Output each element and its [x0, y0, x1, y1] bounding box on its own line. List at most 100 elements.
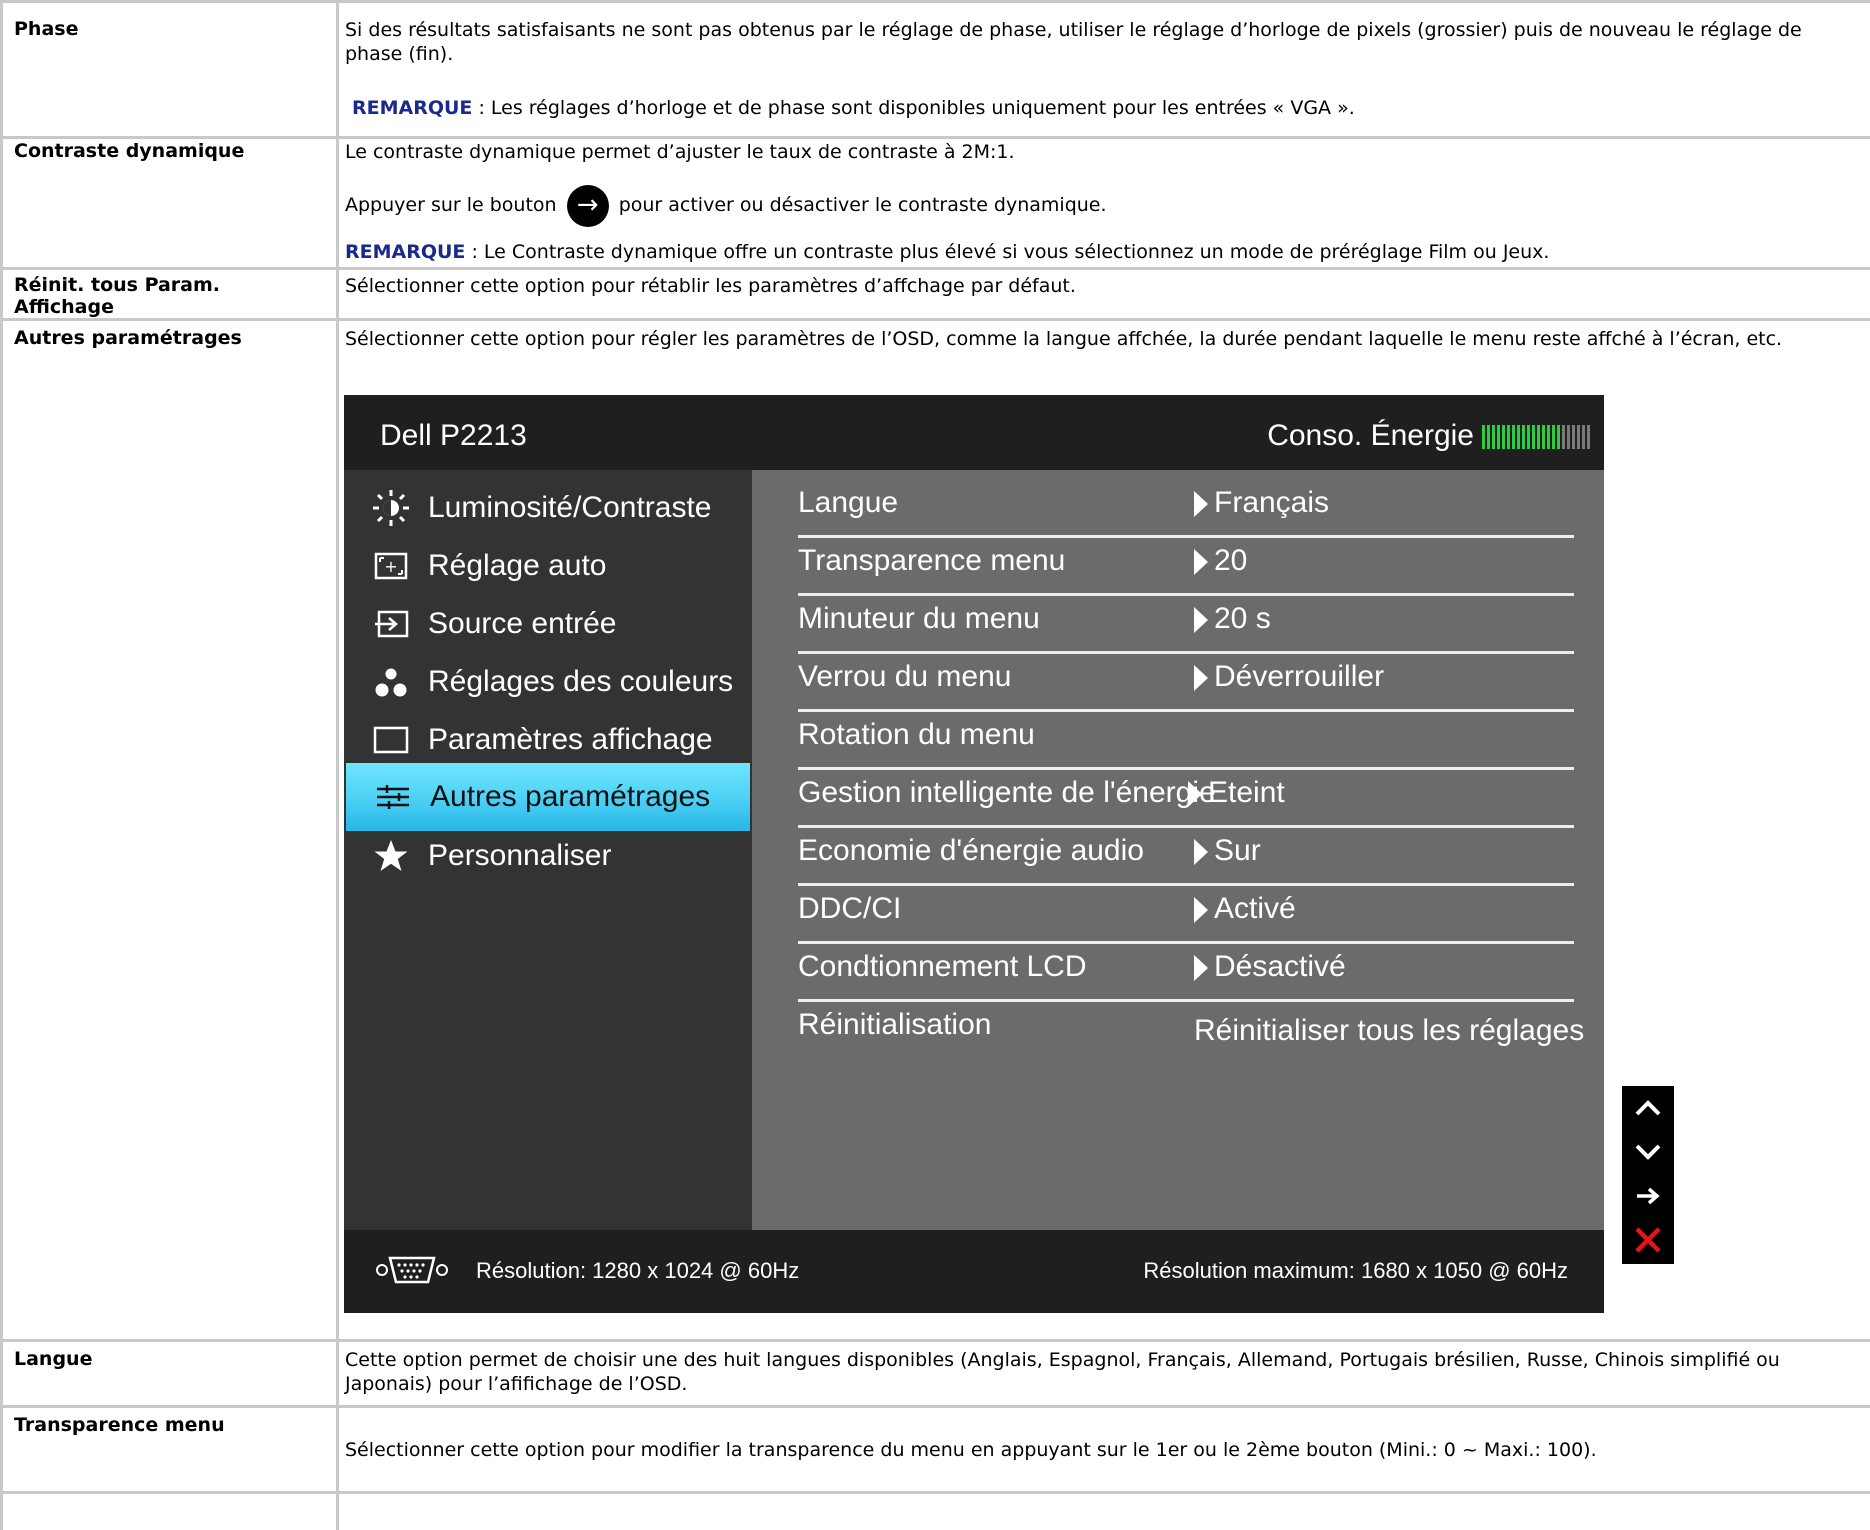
- color-settings-icon: [366, 667, 416, 697]
- max-resolution: Résolution maximum: 1680 x 1050 @ 60Hz: [1143, 1258, 1568, 1283]
- option-value: Français: [1194, 486, 1329, 520]
- option-value: 20: [1194, 544, 1247, 578]
- option-value: Sur: [1194, 834, 1261, 868]
- option-name: Gestion intelligente de l'énergie: [798, 776, 1216, 809]
- power-bar: [1517, 425, 1520, 449]
- power-bar: [1512, 425, 1515, 449]
- menu-item-label: Autres paramétrages: [430, 780, 711, 813]
- arrow-right-icon: [1194, 607, 1208, 634]
- option-value-text: Déverrouiller: [1214, 660, 1385, 693]
- svg-text:+: +: [384, 557, 397, 576]
- arrow-right-icon: [1194, 839, 1208, 866]
- row-text-language: Cette option permet de choisir une des h…: [345, 1349, 1780, 1395]
- power-bar: [1492, 425, 1495, 449]
- arrow-right-icon: [1194, 955, 1208, 982]
- menu-item-label: Source entrée: [428, 607, 617, 640]
- note-label: REMARQUE: [352, 97, 473, 119]
- up-icon[interactable]: [1622, 1086, 1674, 1130]
- option-value: Activé: [1194, 892, 1296, 926]
- power-bar: [1482, 425, 1485, 449]
- note-text: : Le Contraste dynamique offre un contra…: [465, 241, 1550, 263]
- power-bar: [1527, 425, 1530, 449]
- row-text-dynamic-contrast: Le contraste dynamique permet d’ajuster …: [345, 141, 1015, 163]
- osd-title: Dell P2213: [380, 419, 527, 452]
- table-rule: [0, 1405, 1870, 1408]
- row-text-dynamic-contrast-button: Appuyer sur le bouton → pour activer ou …: [345, 182, 1845, 228]
- power-bar: [1577, 425, 1580, 449]
- option-value-text: Sur: [1214, 834, 1261, 867]
- row-text-other-settings: Sélectionner cette option pour régler le…: [345, 328, 1783, 350]
- option-value-text: Activé: [1214, 892, 1296, 925]
- power-bar: [1542, 425, 1545, 449]
- option-value: Désactivé: [1194, 950, 1346, 984]
- table-rule: [0, 267, 1870, 270]
- power-bars: [1482, 423, 1590, 449]
- enter-icon[interactable]: [1622, 1174, 1674, 1218]
- input-source-icon: [366, 610, 416, 638]
- option-value-text: Français: [1214, 486, 1330, 519]
- option-name: DDC/CI: [798, 892, 902, 925]
- exit-icon[interactable]: [1622, 1218, 1674, 1262]
- menu-item-label: Luminosité/Contraste: [428, 491, 712, 524]
- power-bar: [1547, 425, 1550, 449]
- row-text-menu-transparency: Sélectionner cette option pour modifier …: [345, 1439, 1597, 1461]
- option-value: 20 s: [1194, 602, 1271, 636]
- table-rule: [336, 0, 339, 1530]
- table-rule: [0, 1491, 1870, 1494]
- option-name: Langue: [798, 486, 899, 519]
- menu-item-personalize[interactable]: Personnaliser: [344, 822, 752, 890]
- osd-submenu: Langue Français Transparence menu 20 Min…: [752, 470, 1604, 1230]
- button-instruction-post: pour activer ou désactiver le contraste …: [618, 194, 1107, 216]
- row-note-dynamic-contrast: REMARQUE : Le Contraste dynamique offre …: [345, 240, 1845, 264]
- option-name: Condtionnement LCD: [798, 950, 1087, 983]
- table-rule: [0, 318, 1870, 321]
- menu-item-label: Réglage auto: [428, 549, 607, 582]
- down-icon[interactable]: [1622, 1130, 1674, 1174]
- arrow-right-icon: [1188, 781, 1202, 808]
- menu-item-other-settings[interactable]: Autres paramétrages: [346, 763, 750, 831]
- row-label-reset-display: Réinit. tous Param. Affichage: [14, 274, 221, 318]
- option-name: Economie d'énergie audio: [798, 834, 1144, 867]
- row-label-other-settings: Autres paramétrages: [14, 327, 242, 349]
- option-row-reset[interactable]: Réinitialisation Réinitialiser tous les …: [798, 992, 1584, 1060]
- auto-adjust-icon: +: [366, 552, 416, 580]
- power-bar: [1587, 425, 1590, 449]
- option-value-text: Eteint: [1208, 776, 1285, 809]
- option-value: Eteint: [1188, 776, 1285, 810]
- table-rule: [0, 0, 1870, 3]
- table-rule: [0, 136, 1870, 139]
- option-name: Minuteur du menu: [798, 602, 1040, 635]
- power-bar: [1507, 425, 1510, 449]
- power-bar: [1572, 425, 1575, 449]
- menu-item-label: Paramètres affichage: [428, 723, 713, 756]
- power-bar: [1562, 425, 1565, 449]
- other-settings-icon: [368, 783, 418, 811]
- option-name: Verrou du menu: [798, 660, 1012, 693]
- option-name: Transparence menu: [798, 544, 1066, 577]
- power-bar: [1557, 425, 1560, 449]
- power-bar: [1487, 425, 1490, 449]
- power-meter: Conso. Énergie: [1267, 419, 1590, 453]
- menu-item-label: Réglages des couleurs: [428, 665, 734, 698]
- option-name: Réinitialisation: [798, 1008, 992, 1041]
- row-label-phase: Phase: [14, 18, 79, 40]
- note-text: : Les réglages d’horloge et de phase son…: [472, 97, 1355, 119]
- menu-item-label: Personnaliser: [428, 839, 612, 872]
- option-name: Rotation du menu: [798, 718, 1035, 751]
- row-note-phase: REMARQUE : Les réglages d’horloge et de …: [352, 96, 1852, 120]
- option-value-text: Désactivé: [1214, 950, 1346, 983]
- note-label: REMARQUE: [345, 241, 466, 263]
- power-bar: [1522, 425, 1525, 449]
- power-bar: [1537, 425, 1540, 449]
- power-bar: [1502, 425, 1505, 449]
- arrow-right-icon: [1194, 665, 1208, 692]
- option-value: Déverrouiller: [1194, 660, 1384, 694]
- row-text-reset-display: Sélectionner cette option pour rétablir …: [345, 275, 1076, 297]
- arrow-right-icon: [1194, 897, 1208, 924]
- power-bar: [1552, 425, 1555, 449]
- table-rule: [0, 0, 3, 1530]
- brightness-icon: [366, 488, 416, 528]
- display-settings-icon: [366, 726, 416, 754]
- option-value-text: 20: [1214, 544, 1248, 577]
- power-bar: [1567, 425, 1570, 449]
